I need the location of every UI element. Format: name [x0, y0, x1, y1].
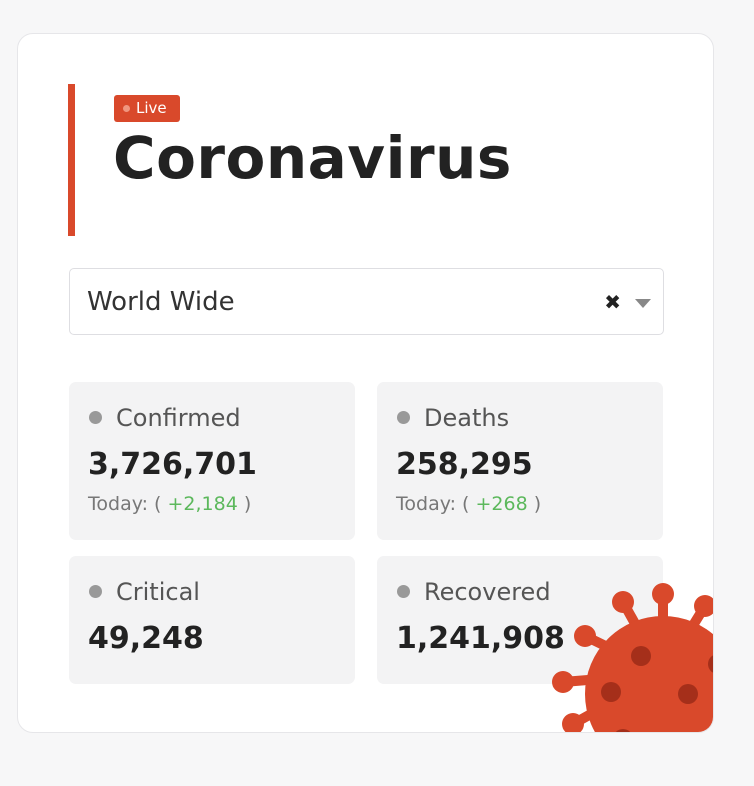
live-badge: Live — [114, 95, 180, 122]
page-title: Coronavirus — [113, 124, 512, 192]
coronavirus-card: Live Coronavirus World Wide ✖ Confirmed … — [17, 33, 714, 733]
accent-bar — [68, 84, 75, 236]
stat-today-delta: +268 — [475, 493, 528, 515]
chevron-down-icon[interactable] — [635, 299, 651, 308]
stat-value: 49,248 — [88, 621, 204, 656]
status-dot-icon — [397, 585, 410, 598]
stat-card-recovered: Recovered 1,241,908 — [377, 556, 663, 684]
stat-today-delta: +2,184 — [167, 493, 238, 515]
stat-card-confirmed: Confirmed 3,726,701 Today: ( +2,184 ) — [69, 382, 355, 540]
stat-today: Today: ( +268 ) — [396, 490, 541, 518]
stat-label: Confirmed — [116, 404, 241, 432]
region-select-value: World Wide — [87, 287, 235, 317]
stat-today-prefix: Today: ( — [88, 493, 162, 515]
live-badge-label: Live — [136, 99, 167, 117]
stat-value: 258,295 — [396, 447, 533, 482]
status-dot-icon — [397, 411, 410, 424]
stat-card-critical: Critical 49,248 — [69, 556, 355, 684]
stat-label: Critical — [116, 578, 200, 606]
region-select[interactable]: World Wide ✖ — [69, 268, 664, 335]
clear-icon[interactable]: ✖ — [604, 269, 621, 336]
stat-today-prefix: Today: ( — [396, 493, 470, 515]
stat-today-suffix: ) — [243, 493, 252, 515]
status-dot-icon — [89, 411, 102, 424]
stat-card-deaths: Deaths 258,295 Today: ( +268 ) — [377, 382, 663, 540]
stat-today: Today: ( +2,184 ) — [88, 490, 251, 518]
live-dot-icon — [123, 105, 130, 112]
stat-label: Recovered — [424, 578, 551, 606]
stat-label: Deaths — [424, 404, 510, 432]
stat-today-suffix: ) — [533, 493, 542, 515]
stat-value: 3,726,701 — [88, 447, 257, 482]
status-dot-icon — [89, 585, 102, 598]
stat-value: 1,241,908 — [396, 621, 565, 656]
